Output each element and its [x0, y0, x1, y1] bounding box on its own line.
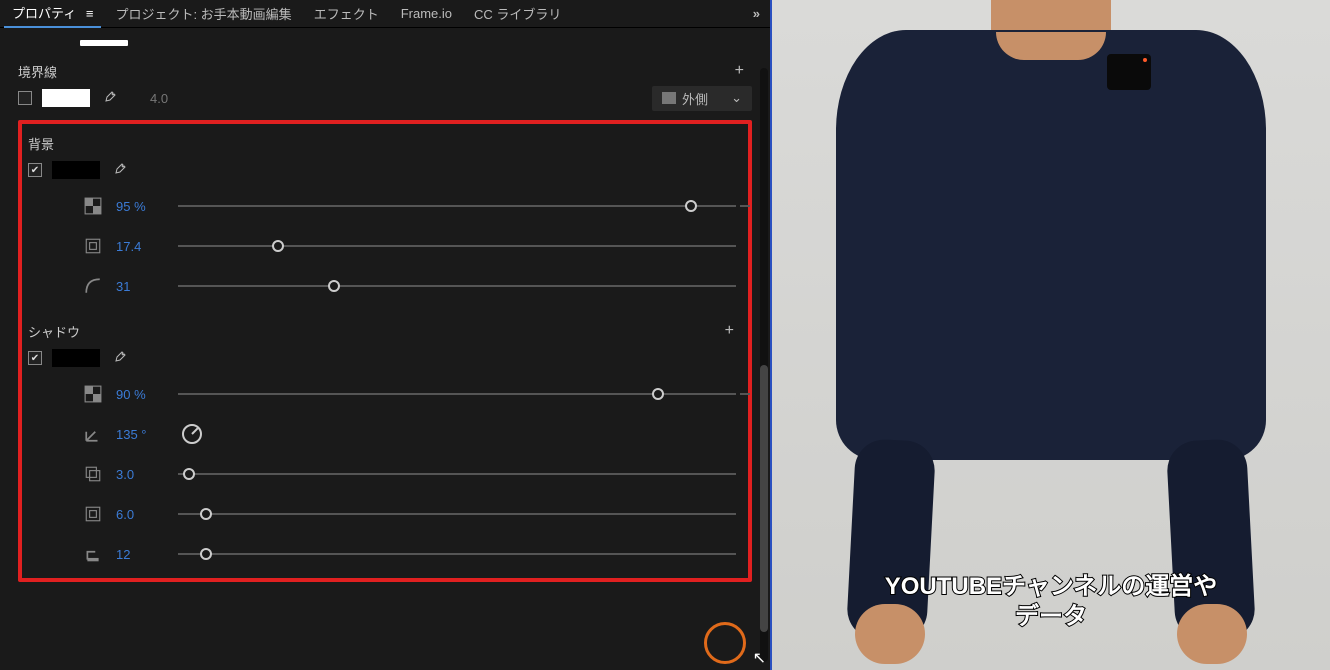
bg-opacity-slider[interactable] [178, 205, 736, 207]
shadow-distance-value[interactable]: 3.0 [116, 467, 164, 482]
tab-project[interactable]: プロジェクト: お手本動画編集 [107, 0, 299, 27]
preview-canvas[interactable]: YOUTUBEチャンネルの運営や データ [772, 0, 1330, 670]
bg-size-value[interactable]: 17.4 [116, 239, 164, 254]
panel-body: 境界線 + 4.0 外側 ⌄ [0, 28, 770, 670]
add-border-button[interactable]: + [727, 62, 752, 80]
shadow-size-slider[interactable] [178, 513, 736, 515]
border-position-select[interactable]: 外側 ⌄ [652, 86, 752, 111]
highlight-annotation: 背景 ✔ 95 % [18, 120, 752, 582]
border-checkbox[interactable] [18, 91, 32, 105]
bg-radius-row: 31 [28, 266, 742, 306]
shadow-blur-value[interactable]: 12 [116, 547, 164, 562]
angle-icon [84, 425, 102, 443]
bg-size-slider[interactable] [178, 245, 736, 247]
shadow-angle-value[interactable]: 135 ° [116, 427, 164, 442]
hamburger-icon[interactable]: ≡ [86, 6, 94, 21]
scrollbar-thumb[interactable] [760, 365, 768, 632]
background-checkbox[interactable]: ✔ [28, 163, 42, 177]
background-color-swatch[interactable] [52, 161, 100, 179]
fill-swatch-preview [80, 40, 128, 46]
opacity-icon [84, 197, 102, 215]
background-row: ✔ [28, 154, 742, 186]
bg-radius-slider[interactable] [178, 285, 736, 287]
angle-wheel[interactable] [182, 424, 202, 444]
bg-opacity-row: 95 % [28, 186, 742, 226]
bg-opacity-value[interactable]: 95 % [116, 199, 164, 214]
tab-effects[interactable]: エフェクト [306, 0, 387, 27]
shadow-size-value[interactable]: 6.0 [116, 507, 164, 522]
shadow-distance-slider[interactable] [178, 473, 736, 475]
lavalier-mic-icon [1107, 54, 1151, 90]
eyedropper-icon[interactable] [110, 350, 126, 366]
radius-icon [84, 277, 102, 295]
caption-overlay: YOUTUBEチャンネルの運営や データ [885, 572, 1218, 632]
tab-frameio[interactable]: Frame.io [393, 2, 460, 25]
border-color-swatch[interactable] [42, 89, 90, 107]
tab-label: プロパティ [12, 6, 76, 21]
bg-radius-value[interactable]: 31 [116, 279, 164, 294]
distance-icon [84, 465, 102, 483]
border-width-value[interactable]: 4.0 [150, 91, 168, 106]
panel-tabs: プロパティ ≡ プロジェクト: お手本動画編集 エフェクト Frame.io C… [0, 0, 770, 28]
size-icon [84, 237, 102, 255]
shadow-size-row: 6.0 [28, 494, 742, 534]
program-monitor: YOUTUBEチャンネルの運営や データ [770, 0, 1330, 670]
preview-subject [811, 0, 1291, 670]
section-border: 境界線 + 4.0 外側 ⌄ [18, 60, 752, 114]
chevron-down-icon: ⌄ [731, 90, 742, 106]
border-row: 4.0 外側 ⌄ [18, 82, 752, 114]
tabs-overflow[interactable]: » [747, 6, 766, 21]
shadow-blur-row: 12 [28, 534, 742, 574]
shadow-angle-row: 135 ° [28, 414, 742, 454]
section-border-title: 境界線 [18, 62, 57, 81]
size-icon [84, 505, 102, 523]
shadow-row: ✔ [28, 342, 742, 374]
bg-size-row: 17.4 [28, 226, 742, 266]
add-shadow-button[interactable]: + [717, 322, 742, 340]
shadow-color-swatch[interactable] [52, 349, 100, 367]
shadow-distance-row: 3.0 [28, 454, 742, 494]
shadow-opacity-row: 90 % [28, 374, 742, 414]
section-shadow: シャドウ + ✔ [28, 320, 742, 574]
section-background: 背景 ✔ 95 % [28, 132, 742, 306]
blur-icon [84, 545, 102, 563]
properties-panel: プロパティ ≡ プロジェクト: お手本動画編集 エフェクト Frame.io C… [0, 0, 770, 670]
border-position-label: 外側 [682, 89, 708, 108]
caption-line-1: YOUTUBEチャンネルの運営や [885, 572, 1218, 602]
folder-icon [662, 92, 676, 104]
shadow-blur-slider[interactable] [178, 553, 736, 555]
eyedropper-icon[interactable] [100, 90, 116, 106]
section-shadow-title: シャドウ [28, 322, 80, 341]
shadow-checkbox[interactable]: ✔ [28, 351, 42, 365]
shadow-opacity-slider[interactable] [178, 393, 736, 395]
opacity-icon [84, 385, 102, 403]
shadow-opacity-value[interactable]: 90 % [116, 387, 164, 402]
caption-line-2: データ [885, 602, 1218, 632]
tab-cc-libraries[interactable]: CC ライブラリ [466, 0, 569, 27]
tab-properties[interactable]: プロパティ ≡ [4, 0, 101, 28]
eyedropper-icon[interactable] [110, 162, 126, 178]
section-background-title: 背景 [28, 134, 54, 153]
panel-scrollbar[interactable] [760, 68, 768, 662]
